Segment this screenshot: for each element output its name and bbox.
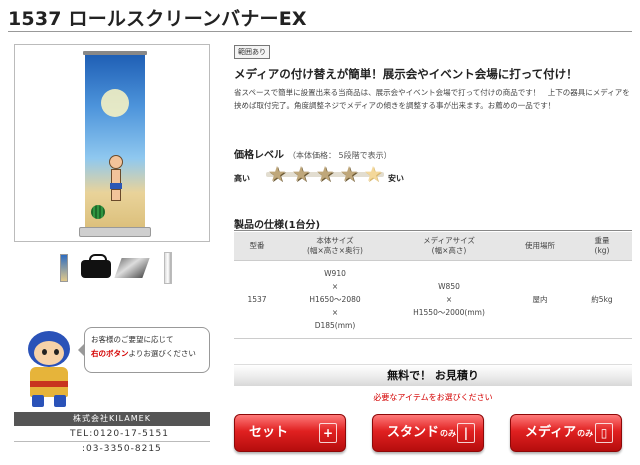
star-icon: ★ (291, 162, 311, 186)
estimate-note: 必要なアイテムをお選びください (373, 393, 493, 402)
weight-header: 重量 (kg) (594, 235, 610, 255)
spec-heading: 製品の仕様(1台分) (234, 220, 321, 231)
stand-button-label: スタンド (387, 425, 440, 440)
company-tel[interactable]: TEL:0120-17-5151 (70, 429, 169, 439)
media-size-header: メディアサイズ (幅×高さ) (423, 235, 475, 255)
table-row: 1537 W910 × H1650～2080 × D185(mm) W850 ×… (234, 260, 632, 339)
thumbnail-banner[interactable] (48, 252, 80, 284)
price-level-heading: 価格レベル （本体価格： 5段階で表示） (234, 146, 392, 161)
body-size-value: W910 × H1650～2080 × D185(mm) (309, 268, 361, 330)
media-icon: ▯ (595, 423, 613, 443)
stand-button-sublabel: のみ (440, 429, 457, 438)
help-speech-bubble: お客様のご要望に応じて 右のボタンよりお選びください (78, 327, 210, 373)
price-high-label: 安い (388, 174, 404, 183)
media-button-sublabel: のみ (577, 429, 594, 438)
set-button-label: セット (249, 425, 289, 440)
help-line-2: 右のボタンよりお選びください (91, 347, 203, 361)
star-icon: ★ (339, 162, 359, 186)
company-name: 株式会社KILAMEK (14, 412, 210, 426)
thumbnail-base[interactable] (114, 252, 150, 284)
help-line-1: お客様のご要望に応じて (91, 335, 174, 344)
spec-col-body-size: 本体サイズ (幅×高さ×奥行) (280, 232, 390, 261)
spec-weight-cell: 約5kg (572, 260, 632, 339)
star-icon: ★ (315, 162, 335, 186)
star-icon: ★ (363, 162, 383, 186)
spec-header-row: 型番 本体サイズ (幅×高さ×奥行) メディアサイズ (幅×高さ) 使用場所 重… (234, 232, 632, 261)
estimate-heading: 無料で！ お見積り (234, 364, 632, 386)
set-plus-icon: + (319, 423, 337, 443)
product-description: 省スペースで簡単に設置出来る当商品は、展示会やイベント会場で打って付けの商品です… (234, 88, 630, 110)
product-main-image[interactable] (14, 44, 210, 242)
title-divider (8, 31, 632, 32)
sun-graphic (101, 89, 129, 117)
mascot-image (18, 331, 82, 407)
spec-col-weight: 重量 (kg) (572, 232, 632, 261)
spec-table: 型番 本体サイズ (幅×高さ×奥行) メディアサイズ (幅×高さ) 使用場所 重… (234, 232, 632, 339)
price-level-note: （本体価格： 5段階で表示） (288, 151, 392, 160)
thumbnail-pole[interactable] (152, 252, 184, 284)
spec-body-size-cell: W910 × H1650～2080 × D185(mm) (280, 260, 390, 339)
page-title: 1537 ロールスクリーンバナーEX (8, 8, 307, 30)
watermelon-graphic (91, 205, 105, 219)
company-fax: :03-3350-8215 (82, 444, 162, 454)
thumbnail-carry-bag[interactable] (80, 252, 112, 284)
price-low-label: 高い (234, 174, 250, 183)
stand-icon: | (457, 423, 475, 443)
contact-divider (14, 441, 210, 442)
boy-graphic (105, 155, 127, 201)
spec-location-cell: 屋内 (508, 260, 572, 339)
banner-base (79, 227, 151, 237)
banner-sheet (85, 55, 145, 227)
help-line-2-highlight: 右のボタン (91, 349, 129, 358)
roll-banner-illustration (79, 51, 151, 237)
star-icon: ★ (267, 162, 287, 186)
feature-badge: 範囲あり (234, 45, 270, 59)
price-level-rating: ★ ★ ★ ★ ★ (266, 161, 384, 189)
set-button[interactable]: セット + (234, 414, 346, 452)
spec-media-size-cell: W850 × H1550～2000(mm) (390, 260, 508, 339)
media-button-label: メディア (525, 425, 577, 440)
spec-col-model: 型番 (234, 232, 280, 261)
price-level-title: 価格レベル (234, 150, 284, 161)
media-size-value: W850 × H1550～2000(mm) (413, 281, 485, 317)
help-line-2-text: よりお選びください (128, 349, 196, 358)
body-size-header: 本体サイズ (幅×高さ×奥行) (307, 235, 363, 255)
product-headline: メディアの付け替えが簡単！展示会やイベント会場に打って付け！ (234, 67, 578, 81)
spec-model-cell: 1537 (234, 260, 280, 339)
spec-col-location: 使用場所 (508, 232, 572, 261)
stand-only-button[interactable]: スタンドのみ | (372, 414, 484, 452)
help-box: お客様のご要望に応じて 右のボタンよりお選びください (14, 325, 210, 407)
spec-col-media-size: メディアサイズ (幅×高さ) (390, 232, 508, 261)
spec-divider (234, 230, 632, 231)
media-only-button[interactable]: メディアのみ ▯ (510, 414, 622, 452)
